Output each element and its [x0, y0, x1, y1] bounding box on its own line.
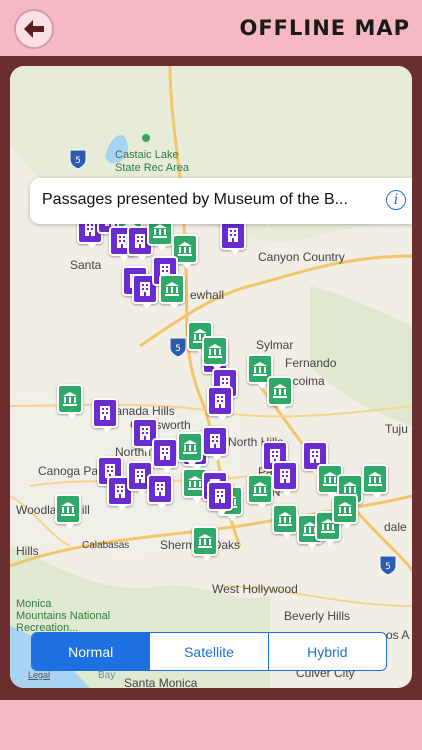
building-icon [310, 449, 320, 463]
museum-icon [178, 242, 192, 256]
hotel-map-pin[interactable] [220, 220, 246, 255]
hotel-map-pin[interactable] [207, 481, 233, 516]
museum-icon [165, 282, 179, 296]
svg-text:5: 5 [175, 344, 181, 354]
building-icon [228, 228, 238, 242]
hotel-map-pin[interactable] [207, 386, 233, 421]
place-label: West Hollywood [212, 582, 298, 596]
museum-icon [183, 440, 197, 454]
place-label: Tuju [385, 422, 408, 436]
museum-map-pin[interactable] [57, 384, 83, 419]
arrow-left-icon [24, 20, 44, 38]
museum-icon [253, 482, 267, 496]
place-label: Beverly Hills [284, 609, 351, 623]
place-label: Hills [16, 544, 39, 558]
header-bar: OFFLINE MAP [0, 0, 422, 56]
building-icon [140, 282, 150, 296]
place-label: State Rec Area [115, 162, 189, 174]
place-label: Mountains National [16, 610, 111, 622]
map-type-hybrid[interactable]: Hybrid [269, 633, 386, 670]
museum-icon [153, 224, 167, 238]
building-icon [155, 482, 165, 496]
back-button[interactable] [14, 9, 54, 49]
museum-map-pin[interactable] [362, 464, 388, 499]
map-callout[interactable]: Passages presented by Museum of the B...… [30, 178, 412, 224]
museum-map-pin[interactable] [177, 432, 203, 467]
legal-link[interactable]: Legal [28, 670, 50, 680]
place-label: Santa [70, 258, 102, 272]
map-type-normal[interactable]: Normal [32, 633, 151, 670]
svg-text:5: 5 [75, 156, 81, 166]
svg-text:5: 5 [385, 562, 391, 572]
map-type-satellite[interactable]: Satellite [150, 633, 269, 670]
hotel-map-pin[interactable] [152, 438, 178, 473]
hotel-map-pin[interactable] [92, 398, 118, 433]
museum-map-pin[interactable] [55, 494, 81, 529]
building-icon [115, 484, 125, 498]
museum-icon [208, 344, 222, 358]
place-label: Bay [98, 670, 116, 681]
info-icon[interactable]: i [386, 190, 406, 210]
place-label: Calabasas [82, 540, 130, 551]
museum-map-pin[interactable] [332, 494, 358, 529]
place-label: Fernando [285, 356, 337, 370]
museum-map-pin[interactable] [272, 504, 298, 539]
hotel-map-pin[interactable] [147, 474, 173, 509]
building-icon [280, 469, 290, 483]
building-icon [100, 406, 110, 420]
place-label: os A [386, 628, 410, 642]
callout-title: Passages presented by Museum of the B... [42, 191, 348, 208]
museum-map-pin[interactable] [247, 474, 273, 509]
building-icon [210, 434, 220, 448]
place-label: Monica [16, 598, 52, 610]
bottom-bar [0, 700, 422, 750]
map-background: 5 5 5 [10, 66, 412, 688]
place-label: dale [384, 520, 407, 534]
place-label: Canyon Country [258, 250, 345, 264]
museum-icon [63, 392, 77, 406]
building-icon [215, 394, 225, 408]
map-view[interactable]: 5 5 5 Castaic Lake State Rec Area Santa … [10, 66, 412, 688]
museum-icon [338, 502, 352, 516]
museum-icon [253, 362, 267, 376]
map-type-selector: Normal Satellite Hybrid [31, 632, 387, 671]
place-label: Sylmar [256, 338, 294, 352]
building-icon [215, 489, 225, 503]
museum-icon [368, 472, 382, 486]
page-title: OFFLINE MAP [239, 16, 410, 40]
place-label: Castaic Lake [115, 149, 179, 161]
place-label: Santa Monica [124, 676, 198, 688]
building-icon [135, 234, 145, 248]
museum-icon [198, 534, 212, 548]
building-icon [140, 426, 150, 440]
museum-icon [61, 502, 75, 516]
museum-map-pin[interactable] [267, 376, 293, 411]
museum-icon [278, 512, 292, 526]
hotel-map-pin[interactable] [202, 426, 228, 461]
place-label: ewhall [190, 288, 225, 302]
museum-map-pin[interactable] [192, 526, 218, 561]
building-icon [160, 446, 170, 460]
museum-icon [323, 472, 337, 486]
building-icon [135, 469, 145, 483]
museum-map-pin[interactable] [202, 336, 228, 371]
museum-map-pin[interactable] [159, 274, 185, 309]
museum-icon [273, 384, 287, 398]
hotel-map-pin[interactable] [272, 461, 298, 496]
museum-icon [188, 476, 202, 490]
